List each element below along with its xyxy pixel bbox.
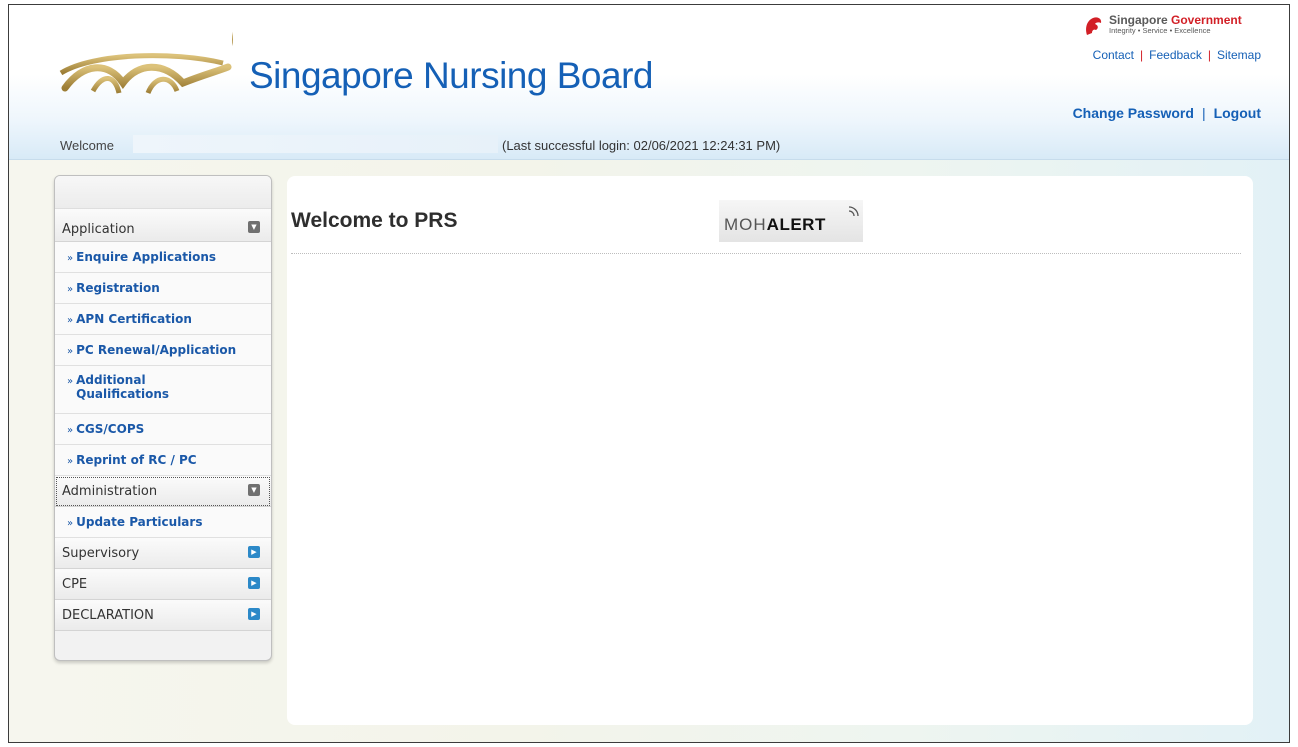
section-label: DECLARATION	[62, 608, 154, 623]
last-login-info: (Last successful login: 02/06/2021 12:24…	[502, 138, 781, 153]
section-label: Supervisory	[62, 546, 140, 561]
moh-alert-banner[interactable]: MOHALERT	[719, 200, 863, 242]
double-chevron-icon: »	[67, 346, 74, 357]
menu-section-administration[interactable]: Administration ▼	[55, 476, 271, 507]
collapse-arrow-icon[interactable]: ▼	[248, 221, 260, 233]
title-divider	[291, 253, 1241, 254]
section-label: Administration	[62, 484, 158, 499]
menu-item-cgs-cops[interactable]: » CGS/COPS	[55, 414, 271, 445]
user-name-display	[133, 135, 498, 153]
sitemap-link[interactable]: Sitemap	[1217, 48, 1261, 62]
page-header: Singapore Nursing Board Singapore Govern…	[9, 5, 1289, 160]
double-chevron-icon: »	[67, 284, 74, 295]
snb-logo-icon	[59, 31, 233, 95]
menu-item-reprint-rc-pc[interactable]: » Reprint of RC / PC	[55, 445, 271, 476]
menu-section-cpe[interactable]: CPE ▶	[55, 569, 271, 600]
gov-name-singapore: Singapore	[1109, 13, 1172, 27]
signal-wave-icon	[848, 206, 859, 217]
singapore-government-logo: Singapore Government Integrity • Service…	[1069, 13, 1259, 43]
expand-arrow-icon[interactable]: ▶	[248, 608, 260, 620]
lion-head-icon	[1086, 17, 1102, 35]
site-title: Singapore Nursing Board	[249, 55, 653, 96]
section-label: Application	[62, 222, 135, 237]
double-chevron-icon: »	[67, 518, 74, 529]
gov-tagline: Integrity • Service • Excellence	[1109, 26, 1211, 35]
menu-section-application[interactable]: Application ▼	[55, 209, 271, 242]
menu-item-registration[interactable]: » Registration	[55, 273, 271, 304]
double-chevron-icon: »	[67, 315, 74, 326]
welcome-label: Welcome	[60, 138, 114, 153]
user-links: Change Password | Logout	[1073, 105, 1261, 121]
menu-section-supervisory[interactable]: Supervisory ▶	[55, 538, 271, 569]
logout-link[interactable]: Logout	[1214, 105, 1261, 121]
expand-arrow-icon[interactable]: ▶	[248, 546, 260, 558]
sidebar-menu: Application ▼ » Enquire Applications » Reg…	[54, 175, 272, 661]
collapse-arrow-icon[interactable]: ▼	[248, 484, 260, 496]
page-title: Welcome to PRS	[291, 209, 458, 232]
double-chevron-icon: »	[67, 425, 74, 436]
double-chevron-icon: »	[67, 456, 74, 467]
browser-frame: Singapore Nursing Board Singapore Govern…	[8, 4, 1290, 743]
section-label: CPE	[62, 577, 88, 592]
double-chevron-icon: »	[67, 376, 74, 387]
expand-arrow-icon[interactable]: ▶	[248, 577, 260, 589]
link-separator: |	[1207, 48, 1211, 62]
menu-item-pc-renewal[interactable]: » PC Renewal/Application	[55, 335, 271, 366]
menu-item-enquire-applications[interactable]: » Enquire Applications	[55, 242, 271, 273]
content-panel: Welcome to PRS MOHALERT	[287, 176, 1253, 725]
top-links: Contact | Feedback | Sitemap	[1093, 48, 1261, 62]
menu-item-update-particulars[interactable]: » Update Particulars	[55, 507, 271, 538]
gov-name-government: Government	[1171, 13, 1242, 27]
sidebar-top-bar	[55, 176, 271, 209]
change-password-link[interactable]: Change Password	[1073, 105, 1194, 121]
moh-text: MOH	[724, 215, 767, 234]
feedback-link[interactable]: Feedback	[1149, 48, 1202, 62]
menu-item-additional-qualifications[interactable]: » Additional Qualifications	[55, 366, 271, 414]
alert-text: ALERT	[766, 215, 826, 234]
link-separator: |	[1140, 48, 1144, 62]
menu-item-apn-certification[interactable]: » APN Certification	[55, 304, 271, 335]
link-separator: |	[1201, 105, 1206, 121]
contact-link[interactable]: Contact	[1093, 48, 1134, 62]
menu-section-declaration[interactable]: DECLARATION ▶	[55, 600, 271, 631]
double-chevron-icon: »	[67, 253, 74, 264]
